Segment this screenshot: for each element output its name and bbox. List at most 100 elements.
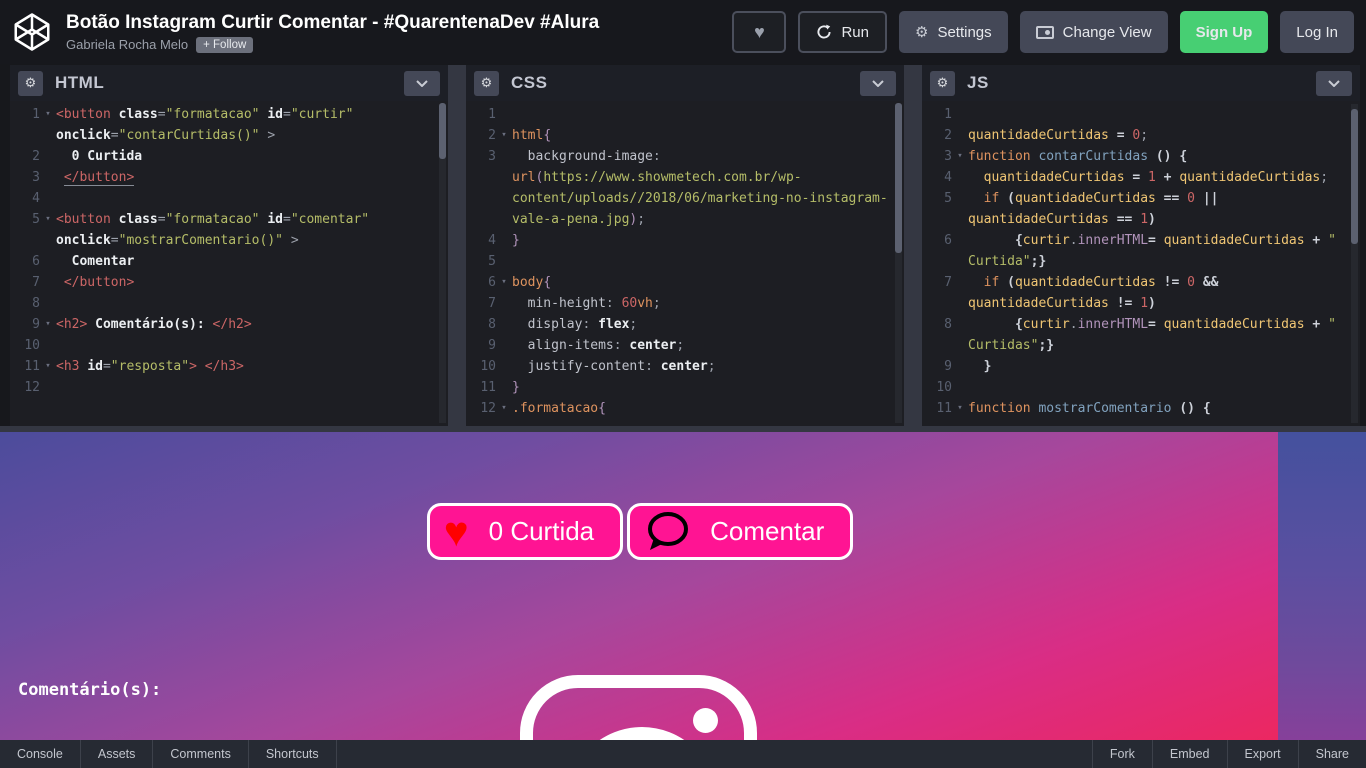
love-button[interactable]: ♥ xyxy=(732,11,786,53)
js-panel-header: ⚙ JS xyxy=(922,65,1360,101)
css-code-editor[interactable]: 12▾html{3 background-image:url(https://w… xyxy=(466,101,904,426)
gear-icon: ⚙ xyxy=(915,23,928,41)
bottom-bar-right-tabs: ForkEmbedExportShare xyxy=(1092,740,1366,768)
code-line: 2 0 Curtida xyxy=(10,146,448,167)
js-editor-panel: ⚙ JS 12quantidadeCurtidas = 0;3▾function… xyxy=(922,65,1360,426)
code-line: 9 align-items: center; xyxy=(466,335,904,356)
code-line: 1 xyxy=(466,104,904,125)
change-view-icon xyxy=(1036,26,1054,39)
code-line: 4 xyxy=(10,188,448,209)
fold-arrow-icon[interactable]: ▾ xyxy=(40,314,56,335)
code-line: 10 xyxy=(10,335,448,356)
footer-tab-console[interactable]: Console xyxy=(0,740,81,768)
log-in-button[interactable]: Log In xyxy=(1280,11,1354,53)
css-panel-header: ⚙ CSS xyxy=(466,65,904,101)
background-tile-strip xyxy=(1278,432,1366,740)
footer-tab-export[interactable]: Export xyxy=(1227,740,1298,768)
comment-button[interactable]: Comentar xyxy=(627,503,853,560)
chevron-down-icon xyxy=(416,80,428,87)
fold-arrow-icon[interactable]: ▾ xyxy=(496,125,512,146)
comments-heading: Comentário(s): xyxy=(18,680,161,700)
chevron-down-icon xyxy=(1328,80,1340,87)
code-line: vale-a-pena.jpg); xyxy=(466,209,904,230)
fold-arrow-icon[interactable]: ▾ xyxy=(40,209,56,230)
pen-author[interactable]: Gabriela Rocha Melo xyxy=(66,37,188,52)
code-line: 12 xyxy=(10,377,448,398)
code-line: 2quantidadeCurtidas = 0; xyxy=(922,125,1360,146)
html-css-resizer[interactable] xyxy=(448,65,466,426)
follow-button[interactable]: + Follow xyxy=(196,37,253,53)
code-line: 3 background-image: xyxy=(466,146,904,167)
css-scrollbar-thumb[interactable] xyxy=(895,103,902,253)
html-collapse-button[interactable] xyxy=(404,71,440,96)
comment-button-label: Comentar xyxy=(710,516,824,547)
code-line: 8 {curtir.innerHTML= quantidadeCurtidas … xyxy=(922,314,1360,335)
fold-arrow-icon[interactable]: ▾ xyxy=(952,146,968,167)
fold-arrow-icon[interactable]: ▾ xyxy=(40,104,56,125)
run-refresh-icon xyxy=(816,24,832,40)
css-collapse-button[interactable] xyxy=(860,71,896,96)
html-editor-panel: ⚙ HTML 1▾<button class="formatacao" id="… xyxy=(10,65,448,426)
footer-tab-embed[interactable]: Embed xyxy=(1152,740,1227,768)
css-js-resizer[interactable] xyxy=(904,65,922,426)
footer-tab-fork[interactable]: Fork xyxy=(1092,740,1152,768)
settings-button[interactable]: ⚙ Settings xyxy=(899,11,1008,53)
code-line: 10 justify-content: center; xyxy=(466,356,904,377)
code-line: quantidadeCurtidas != 1) xyxy=(922,293,1360,314)
footer-tab-comments[interactable]: Comments xyxy=(153,740,248,768)
codepen-logo[interactable] xyxy=(12,12,52,52)
code-line: 1▾<button class="formatacao" id="curtir" xyxy=(10,104,448,125)
footer-tab-shortcuts[interactable]: Shortcuts xyxy=(249,740,337,768)
css-editor-panel: ⚙ CSS 12▾html{3 background-image:url(htt… xyxy=(466,65,904,426)
fold-arrow-icon[interactable]: ▾ xyxy=(496,398,512,419)
run-button[interactable]: Run xyxy=(798,11,887,53)
code-line: 7 </button> xyxy=(10,272,448,293)
html-code-editor[interactable]: 1▾<button class="formatacao" id="curtir"… xyxy=(10,101,448,426)
bottom-bar-left-tabs: ConsoleAssetsCommentsShortcuts xyxy=(0,740,337,768)
code-line: content/uploads//2018/06/marketing-no-in… xyxy=(466,188,904,209)
code-line: 12▾.formatacao{ xyxy=(466,398,904,419)
code-line: url(https://www.showmetech.com.br/wp- xyxy=(466,167,904,188)
js-code-editor[interactable]: 12quantidadeCurtidas = 0;3▾function cont… xyxy=(922,101,1360,426)
footer-tab-assets[interactable]: Assets xyxy=(81,740,154,768)
code-line: Curtidas";} xyxy=(922,335,1360,356)
html-scrollbar-thumb[interactable] xyxy=(439,103,446,159)
top-header: Botão Instagram Curtir Comentar - #Quare… xyxy=(0,0,1366,64)
like-button[interactable]: ♥ 0 Curtida xyxy=(427,503,623,560)
code-line: 6▾body{ xyxy=(466,272,904,293)
code-line: 8 xyxy=(10,293,448,314)
footer-tab-share[interactable]: Share xyxy=(1298,740,1366,768)
code-line: 1 xyxy=(922,104,1360,125)
code-line: 7 min-height: 60vh; xyxy=(466,293,904,314)
fold-arrow-icon[interactable]: ▾ xyxy=(952,398,968,419)
code-line: 9 } xyxy=(922,356,1360,377)
code-line: 6 {curtir.innerHTML= quantidadeCurtidas … xyxy=(922,230,1360,251)
code-line: onclick="mostrarComentario()" > xyxy=(10,230,448,251)
code-line: 4 quantidadeCurtidas = 1 + quantidadeCur… xyxy=(922,167,1360,188)
code-line: 4} xyxy=(466,230,904,251)
css-settings-gear-icon[interactable]: ⚙ xyxy=(474,71,499,96)
sign-up-button[interactable]: Sign Up xyxy=(1180,11,1269,53)
heart-icon: ♥ xyxy=(444,511,469,553)
js-scrollbar-thumb[interactable] xyxy=(1351,109,1358,244)
js-collapse-button[interactable] xyxy=(1316,71,1352,96)
heart-icon: ♥ xyxy=(754,22,765,43)
editors-section: ⚙ HTML 1▾<button class="formatacao" id="… xyxy=(0,65,1366,426)
change-view-button[interactable]: Change View xyxy=(1020,11,1168,53)
code-line: onclick="contarCurtidas()" > xyxy=(10,125,448,146)
pen-title: Botão Instagram Curtir Comentar - #Quare… xyxy=(66,12,732,34)
fold-arrow-icon[interactable]: ▾ xyxy=(40,356,56,377)
code-line: 8 display: flex; xyxy=(466,314,904,335)
code-line: 3 </button> xyxy=(10,167,448,188)
js-panel-title: JS xyxy=(967,73,1316,93)
code-line: 10 xyxy=(922,377,1360,398)
html-settings-gear-icon[interactable]: ⚙ xyxy=(18,71,43,96)
html-panel-header: ⚙ HTML xyxy=(10,65,448,101)
chevron-down-icon xyxy=(872,80,884,87)
code-line: 6 Comentar xyxy=(10,251,448,272)
code-line: 11▾<h3 id="resposta"> </h3> xyxy=(10,356,448,377)
js-settings-gear-icon[interactable]: ⚙ xyxy=(930,71,955,96)
code-line: 2▾html{ xyxy=(466,125,904,146)
fold-arrow-icon[interactable]: ▾ xyxy=(496,272,512,293)
settings-label: Settings xyxy=(937,24,991,41)
